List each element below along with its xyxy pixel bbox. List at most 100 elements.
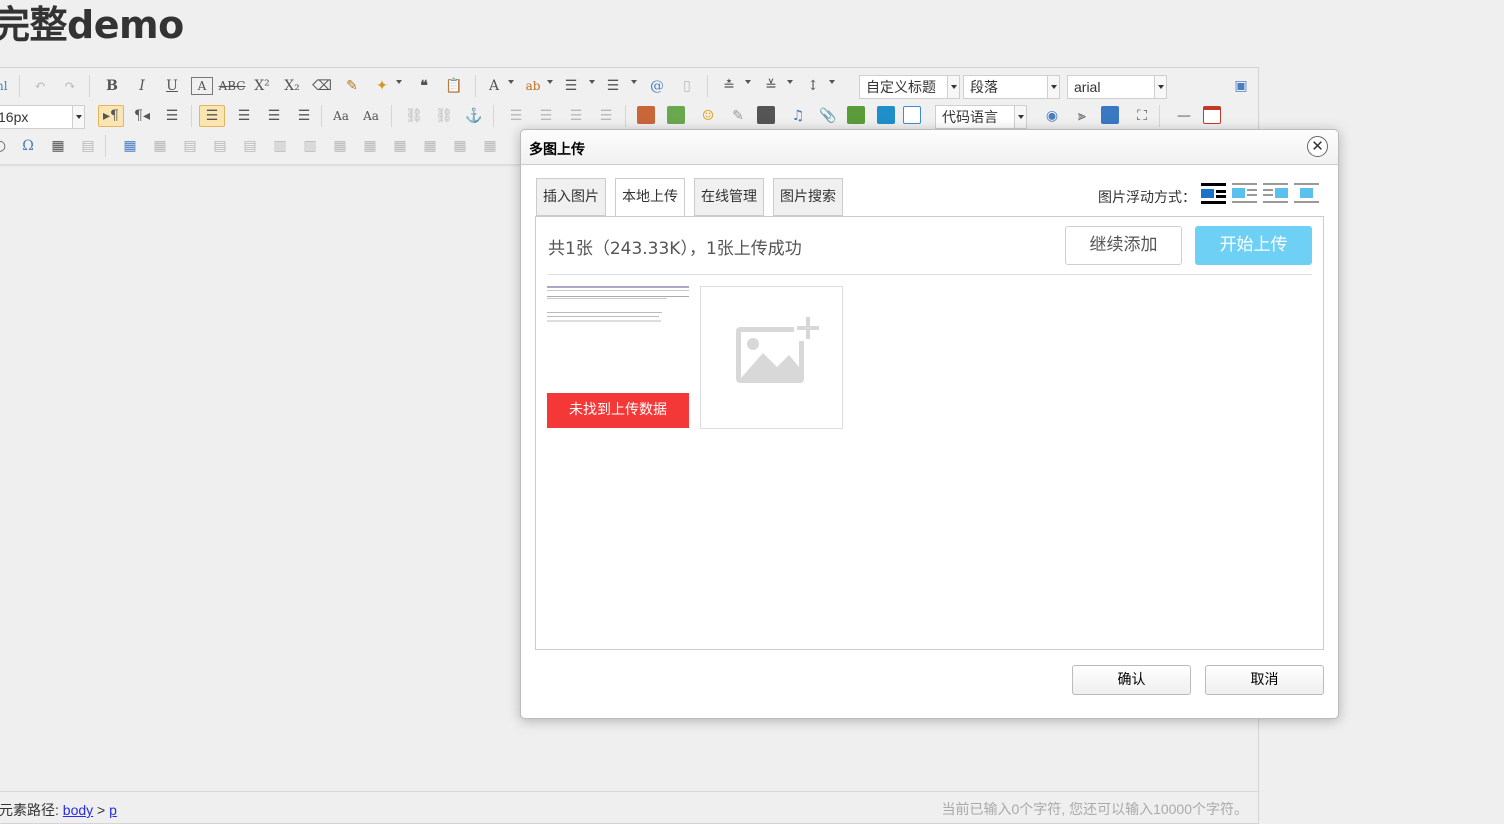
paragraph-select[interactable]: 段落 [963, 75, 1060, 99]
auto-format-icon[interactable]: ✦ [371, 75, 393, 97]
image-center-icon[interactable]: ☰ [595, 105, 617, 127]
background-color-icon[interactable]: ab [523, 75, 543, 97]
row-spacing-bottom-icon[interactable]: ≚ [761, 75, 781, 97]
insert-frame-icon[interactable] [903, 106, 921, 124]
insert-col-icon[interactable]: ▥ [269, 135, 291, 157]
row-spacing-top-icon[interactable]: ≛ [719, 75, 739, 97]
split-rows-icon[interactable]: ▦ [449, 135, 471, 157]
eraser-icon[interactable]: ⌫ [311, 75, 333, 97]
lowercase-icon[interactable]: Aa [361, 105, 381, 127]
custom-heading-value: 自定义标题 [866, 79, 936, 95]
paragraph-value: 段落 [970, 79, 998, 95]
web-app-icon[interactable]: ◉ [1041, 105, 1063, 127]
font-border-icon[interactable]: A [191, 77, 213, 95]
uploaded-image-thumbnail[interactable]: 未找到上传数据 [547, 286, 689, 428]
image-left-icon[interactable]: ☰ [535, 105, 557, 127]
custom-heading-select[interactable]: 自定义标题 [859, 75, 960, 99]
insert-image-icon[interactable] [667, 106, 685, 124]
date-icon[interactable] [1203, 106, 1221, 124]
delete-table-icon[interactable]: ▦ [149, 135, 171, 157]
cancel-button[interactable]: 取消 [1205, 665, 1324, 695]
font-family-select[interactable]: arial [1067, 75, 1167, 99]
add-more-button[interactable]: 继续添加 [1065, 226, 1182, 265]
path-separator: > [97, 802, 106, 818]
undo-icon[interactable]: ↶ [29, 75, 51, 97]
music-icon[interactable]: ♫ [787, 105, 809, 127]
map-icon[interactable] [847, 106, 865, 124]
insert-row-icon[interactable]: ▤ [209, 135, 231, 157]
redo-icon[interactable]: ↷ [59, 75, 81, 97]
unlink-icon[interactable]: ⛓ [433, 105, 455, 127]
google-map-icon[interactable] [877, 106, 895, 124]
anchor-icon[interactable]: ⚓ [463, 105, 485, 127]
font-size-select[interactable]: 16px [0, 105, 85, 129]
format-painter-icon[interactable]: ✎ [341, 75, 363, 97]
strikethrough-icon[interactable]: ABC [219, 75, 246, 97]
paste-plain-icon[interactable]: 📋 [443, 75, 465, 97]
image-right-icon[interactable]: ☰ [565, 105, 587, 127]
path-item-p[interactable]: p [109, 802, 117, 818]
ordered-list-icon[interactable]: ☰ [561, 75, 581, 97]
fullscreen-icon[interactable]: ▣ [1231, 75, 1251, 97]
tab-local-upload[interactable]: 本地上传 [615, 178, 685, 217]
insert-video-icon[interactable] [757, 106, 775, 124]
horizontal-rule-icon[interactable]: — [1173, 105, 1195, 127]
direction-rtl-icon[interactable]: ¶◂ [131, 105, 153, 127]
simple-upload-icon[interactable] [637, 106, 655, 124]
italic-icon[interactable]: I [131, 75, 153, 97]
time-icon[interactable]: ◐ [0, 135, 7, 157]
close-icon[interactable]: ✕ [1307, 136, 1328, 157]
image-none-icon[interactable]: ☰ [505, 105, 527, 127]
confirm-button[interactable]: 确认 [1072, 665, 1191, 695]
subscript-icon[interactable]: X₂ [281, 75, 303, 97]
clear-doc-icon[interactable]: ▯ [677, 75, 697, 97]
emotion-icon[interactable]: ☺ [697, 105, 719, 127]
code-language-select[interactable]: 代码语言 [935, 105, 1027, 129]
background-icon[interactable]: ⛶ [1131, 105, 1153, 127]
merge-right-icon[interactable]: ▦ [359, 135, 381, 157]
align-right-icon[interactable]: ☰ [263, 105, 285, 127]
merge-down-icon[interactable]: ▦ [389, 135, 411, 157]
page-break-icon[interactable]: ⫸ [1071, 105, 1093, 127]
search-replace-icon[interactable]: ▤ [77, 135, 99, 157]
float-none-icon[interactable] [1201, 183, 1226, 205]
tab-online-manage[interactable]: 在线管理 [694, 178, 764, 216]
word-count: 当前已输入0个字符, 您还可以输入10000个字符。 [941, 801, 1249, 817]
start-upload-button[interactable]: 开始上传 [1195, 226, 1312, 265]
unordered-list-icon[interactable]: ☰ [603, 75, 623, 97]
superscript-icon[interactable]: X² [251, 75, 273, 97]
insert-table-icon[interactable]: ▦ [119, 135, 141, 157]
line-height-icon[interactable]: ↕ [803, 75, 823, 97]
insert-paragraph-icon[interactable]: ▤ [179, 135, 201, 157]
blockquote-icon[interactable]: ❝ [413, 75, 435, 97]
attachment-icon[interactable]: 📎 [817, 105, 839, 127]
uppercase-icon[interactable]: Aa [331, 105, 351, 127]
source-code-icon[interactable]: ml [0, 75, 8, 97]
align-left-icon[interactable]: ☰ [199, 105, 225, 127]
split-cells-icon[interactable]: ▦ [419, 135, 441, 157]
tab-insert-image[interactable]: 插入图片 [536, 178, 606, 216]
scrawl-icon[interactable]: ✎ [727, 105, 749, 127]
align-center-icon[interactable]: ☰ [233, 105, 255, 127]
underline-icon[interactable]: U [161, 75, 183, 97]
link-icon[interactable]: ⛓ [403, 105, 425, 127]
template-icon[interactable] [1101, 106, 1119, 124]
delete-col-icon[interactable]: ▥ [299, 135, 321, 157]
word-image-icon[interactable]: ▦ [47, 135, 69, 157]
merge-cells-icon[interactable]: ▦ [329, 135, 351, 157]
float-right-icon[interactable] [1263, 183, 1288, 205]
font-color-icon[interactable]: A [485, 75, 503, 97]
delete-row-icon[interactable]: ▤ [239, 135, 261, 157]
special-chars-icon[interactable]: Ω [17, 135, 39, 157]
direction-ltr-icon[interactable]: ▸¶ [98, 105, 124, 127]
add-image-tile[interactable] [700, 286, 843, 429]
split-cols-icon[interactable]: ▦ [479, 135, 501, 157]
bold-icon[interactable]: B [101, 75, 123, 97]
float-left-icon[interactable] [1232, 183, 1257, 205]
path-item-body[interactable]: body [63, 802, 93, 818]
select-all-icon[interactable]: @ [647, 75, 667, 97]
align-justify-icon[interactable]: ☰ [293, 105, 315, 127]
float-center-icon[interactable] [1294, 183, 1319, 205]
tab-image-search[interactable]: 图片搜索 [773, 178, 843, 216]
indent-icon[interactable]: ☰ [161, 105, 183, 127]
